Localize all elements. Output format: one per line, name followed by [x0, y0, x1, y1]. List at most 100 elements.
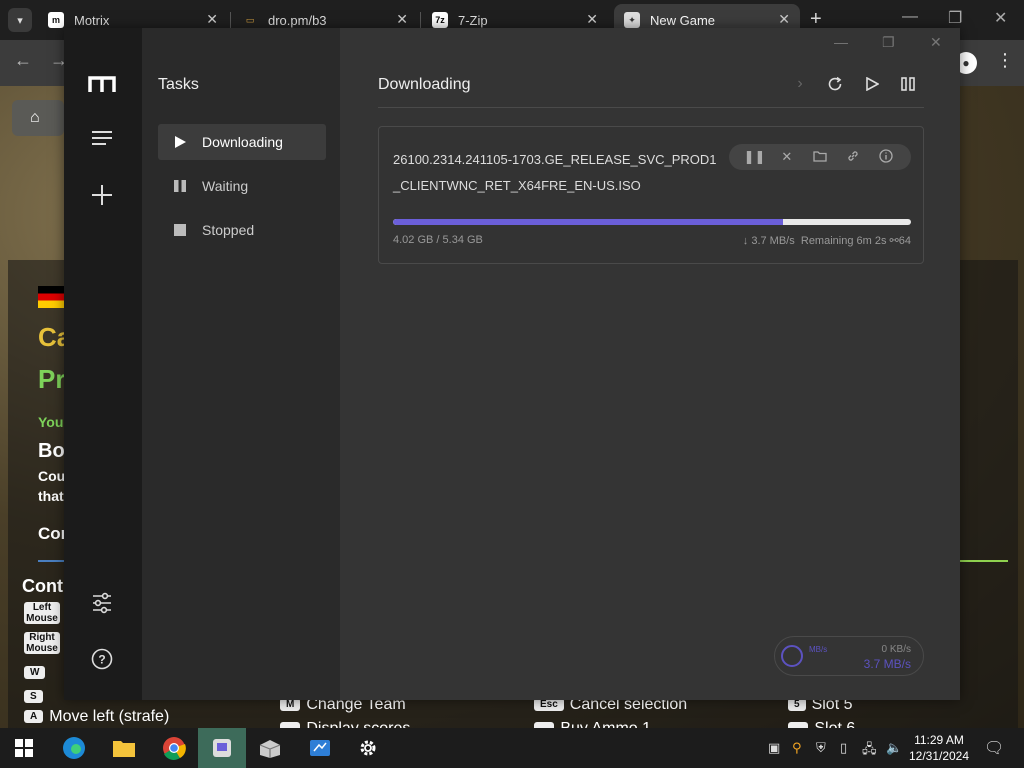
home-button[interactable]: ⌂ [12, 100, 64, 136]
tab-separator [230, 12, 231, 28]
restore-icon[interactable]: ❐ [948, 8, 962, 28]
key-right-mouse: Right Mouse [24, 632, 60, 654]
motrix-close-icon[interactable]: ✕ [930, 34, 942, 51]
task-filename: 26100.2314.241105-1703.GE_RELEASE_SVC_PR… [393, 152, 717, 193]
minimize-icon[interactable]: — [902, 8, 918, 26]
progress-bar [393, 219, 911, 225]
divider [38, 560, 64, 562]
edge-taskbar-icon[interactable] [50, 728, 98, 768]
sidebar-item-stopped[interactable]: Stopped [158, 212, 326, 248]
hint-move-left: A Move left (strafe) [24, 708, 169, 726]
progress-fill [393, 219, 784, 225]
page-title: Downloading [378, 76, 471, 93]
notification-icon[interactable]: 🗨 [984, 738, 1004, 758]
clock-date: 12/31/2024 [908, 749, 970, 763]
app-taskbar-icon[interactable] [296, 728, 344, 768]
stop-icon [172, 222, 188, 238]
download-speed: ↓ 3.7 MB/s [742, 235, 795, 247]
download-speed-total: 3.7 MB/s [863, 657, 911, 671]
tab-separator [420, 12, 421, 28]
browser-menu-icon[interactable]: ⋮ [996, 50, 1014, 71]
tab-search-button[interactable]: ▾ [8, 8, 32, 32]
folder-icon[interactable] [810, 150, 830, 165]
game-status-line: You [38, 414, 64, 430]
info-icon[interactable] [876, 148, 896, 166]
delete-task-icon[interactable]: ✕ [777, 149, 797, 165]
tab-title: 7-Zip [458, 12, 488, 28]
speedometer-icon [781, 645, 803, 667]
menu-icon[interactable] [91, 130, 113, 151]
back-arrow-icon[interactable]: ← [14, 50, 32, 71]
remaining-time: Remaining 6m 2s [800, 235, 887, 247]
pause-all-icon[interactable] [898, 74, 918, 94]
sidebar-item-downloading[interactable]: Downloading [158, 124, 326, 160]
game-subtitle-line: Pr [38, 364, 66, 394]
resume-all-icon[interactable] [862, 74, 882, 94]
motrix-favicon-icon: m [48, 12, 64, 28]
settings-taskbar-icon[interactable] [344, 728, 392, 768]
tray-search-icon[interactable]: ⚲ [792, 740, 802, 756]
sidebar-title: Tasks [158, 76, 199, 93]
task-item[interactable]: 26100.2314.241105-1703.GE_RELEASE_SVC_PR… [378, 126, 924, 264]
connections-icon: ⚯ [889, 235, 899, 247]
taskbar-clock[interactable]: 11:29 AM 12/31/2024 [906, 732, 972, 764]
key-esc: Esc [534, 698, 564, 712]
package-taskbar-icon[interactable] [246, 728, 294, 768]
play-icon [172, 134, 188, 150]
speed-unit: MB/s [809, 645, 828, 654]
home-icon: ⌂ [30, 109, 40, 126]
sidebar-item-label: Waiting [202, 178, 249, 194]
controls-heading: Cont [22, 576, 63, 596]
7zip-favicon-icon: 7z [432, 12, 448, 28]
speed-meter[interactable]: MB/s 0 KB/s 3.7 MB/s [774, 636, 924, 676]
tab-title: Motrix [74, 12, 110, 28]
tray-shield-icon[interactable]: ⛨ [816, 740, 826, 756]
motrix-taskbar-icon[interactable] [198, 728, 246, 768]
help-icon[interactable]: ? [91, 648, 113, 675]
motrix-minimize-icon[interactable]: — [834, 34, 848, 50]
key-5: 5 [788, 698, 806, 712]
motrix-maximize-icon[interactable]: ❐ [882, 34, 895, 51]
divider [960, 560, 1008, 562]
tab-title: dro.pm/b3 [268, 12, 327, 28]
sidebar-item-label: Stopped [202, 222, 255, 238]
tab-title: New Game [650, 12, 716, 28]
tray-app-icon[interactable]: ▣ [768, 740, 780, 756]
germany-flag-icon [38, 286, 64, 308]
sidebar-item-waiting[interactable]: Waiting [158, 168, 326, 204]
key-left-mouse: Left Mouse [24, 602, 60, 624]
connections-count: 64 [898, 235, 911, 247]
game-favicon-icon: ✦ [624, 12, 640, 28]
start-button[interactable] [0, 728, 48, 768]
folder-favicon-icon: ▭ [245, 14, 255, 25]
pause-task-icon[interactable]: ❚❚ [744, 149, 766, 165]
key-m: M [280, 698, 301, 712]
refresh-icon[interactable] [825, 74, 845, 94]
file-explorer-taskbar-icon[interactable] [100, 728, 148, 768]
close-tab-icon[interactable]: ✕ [586, 11, 598, 28]
motrix-logo-icon [88, 76, 116, 92]
task-list-main: — ❐ ✕ Downloading › 26100.2314.241105-17… [340, 28, 960, 700]
add-task-icon[interactable] [91, 184, 113, 211]
close-tab-icon[interactable]: ✕ [778, 11, 790, 28]
sidebar-item-label: Downloading [202, 134, 283, 150]
upload-speed: 0 KB/s [881, 644, 911, 655]
tray-volume-icon[interactable]: 🔈 [886, 740, 902, 756]
close-window-icon[interactable]: ✕ [994, 8, 1007, 28]
task-size: 4.02 GB / 5.34 GB [393, 234, 483, 246]
link-icon[interactable] [843, 149, 863, 166]
key-s: S [24, 690, 43, 703]
settings-sliders-icon[interactable] [91, 592, 113, 619]
windows-logo-icon [15, 739, 33, 757]
chrome-taskbar-icon[interactable] [150, 728, 198, 768]
tray-usb-icon[interactable]: ▯ [840, 740, 847, 756]
game-text-line: that [38, 488, 64, 504]
game-text-line: Cou [38, 468, 66, 484]
motrix-icon-rail: ? [64, 28, 142, 700]
close-tab-icon[interactable]: ✕ [206, 11, 218, 28]
pause-icon [172, 178, 188, 194]
close-tab-icon[interactable]: ✕ [396, 11, 408, 28]
windows-taskbar: ▣ ⚲ ⛨ ▯ 🖧 🔈 11:29 AM 12/31/2024 🗨 [0, 728, 1024, 768]
tray-network-icon[interactable]: 🖧 [862, 740, 877, 762]
svg-text:?: ? [98, 653, 105, 667]
